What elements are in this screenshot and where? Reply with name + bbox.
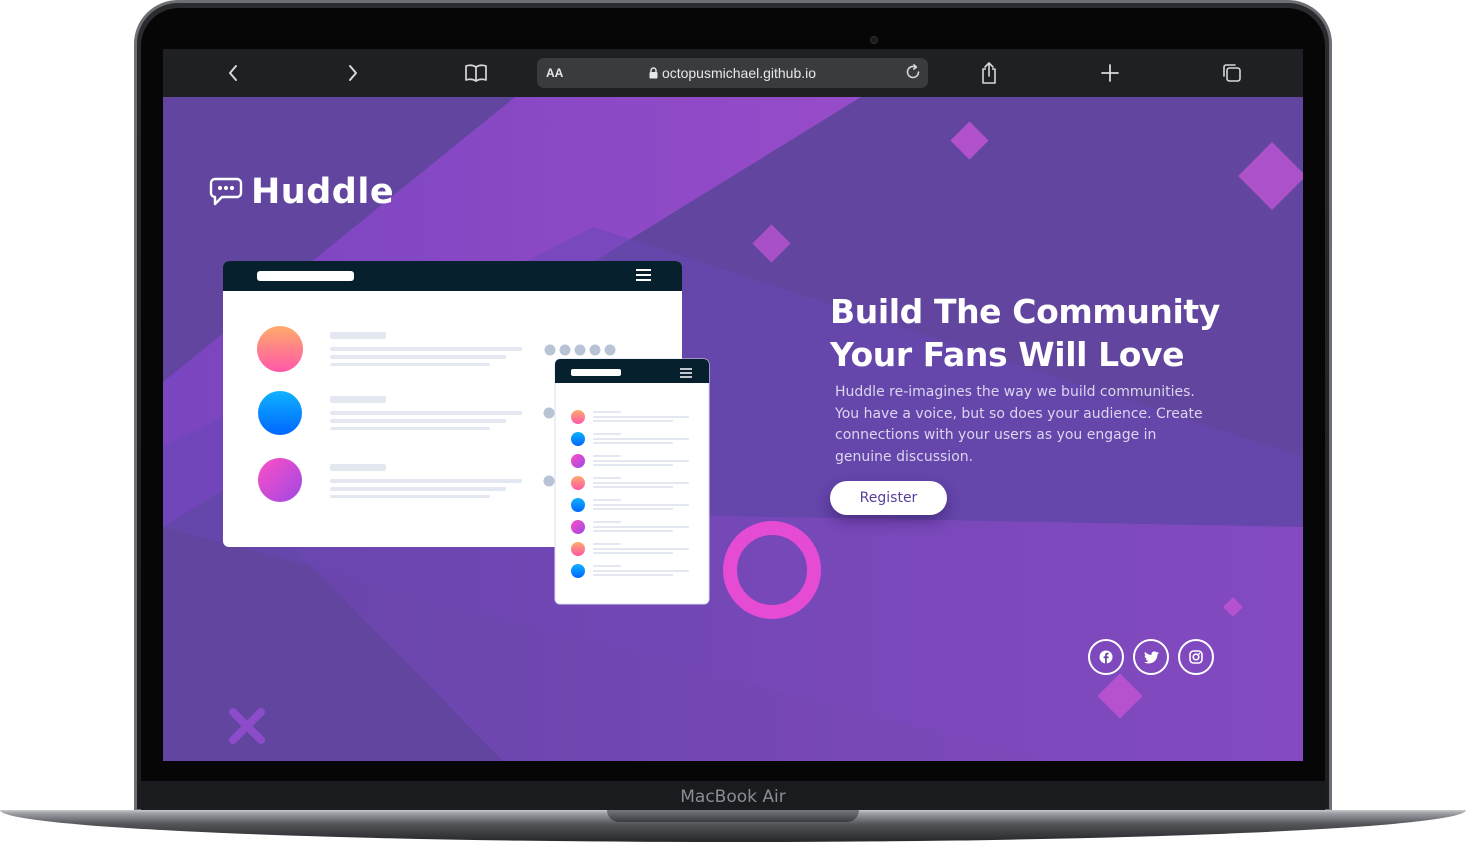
avatar-blue xyxy=(258,391,302,435)
tabs-icon xyxy=(1223,64,1241,82)
forward-icon xyxy=(349,65,357,81)
address-bar[interactable]: AA octopusmichael.github.io xyxy=(537,58,928,88)
headline-line-2: Your Fans Will Love xyxy=(830,335,1185,374)
url-display[interactable]: octopusmichael.github.io xyxy=(537,65,928,81)
logo-text: Huddle xyxy=(251,172,395,212)
url-text: octopusmichael.github.io xyxy=(661,65,817,81)
back-button[interactable] xyxy=(219,59,247,87)
avatar-orange xyxy=(257,326,303,372)
hero-headline: Build The Community Your Fans Will Love xyxy=(830,290,1230,376)
logo[interactable]: Huddle xyxy=(209,172,394,212)
screen: AA octopusmichael.github.io Huddle Build… xyxy=(163,49,1303,761)
device-brand-label: MacBook Air xyxy=(680,787,786,807)
browser-toolbar: AA octopusmichael.github.io xyxy=(163,49,1303,97)
facebook-link[interactable] xyxy=(1088,639,1124,675)
share-icon xyxy=(982,62,996,84)
avatar-pink xyxy=(258,458,302,502)
facebook-icon xyxy=(1099,650,1113,664)
camera xyxy=(870,36,878,44)
instagram-icon xyxy=(1189,650,1203,664)
hero-description: Huddle re-imagines the way we build comm… xyxy=(835,384,1203,465)
new-tab-icon xyxy=(1101,64,1119,82)
new-tab-button[interactable] xyxy=(1096,59,1124,87)
web-page: Huddle Build The Community Your Fans Wil… xyxy=(163,97,1303,761)
bookmarks-button[interactable] xyxy=(462,59,490,87)
bookmarks-icon xyxy=(465,64,487,82)
share-button[interactable] xyxy=(975,59,1003,87)
laptop-hinge-notch xyxy=(607,810,859,822)
lock-icon xyxy=(649,67,658,79)
twitter-icon xyxy=(1143,650,1159,663)
tabs-overview-button[interactable] xyxy=(1218,59,1246,87)
headline-line-1: Build The Community xyxy=(830,292,1220,331)
chat-bubble-icon xyxy=(209,177,243,206)
instagram-link[interactable] xyxy=(1178,639,1214,675)
register-button[interactable]: Register xyxy=(830,481,947,515)
twitter-link[interactable] xyxy=(1133,639,1169,675)
reload-icon[interactable] xyxy=(904,63,922,81)
forward-button[interactable] xyxy=(339,59,367,87)
mobile-mockup-window xyxy=(554,358,710,605)
back-icon xyxy=(229,65,237,81)
app-mockup-illustration xyxy=(223,261,710,605)
